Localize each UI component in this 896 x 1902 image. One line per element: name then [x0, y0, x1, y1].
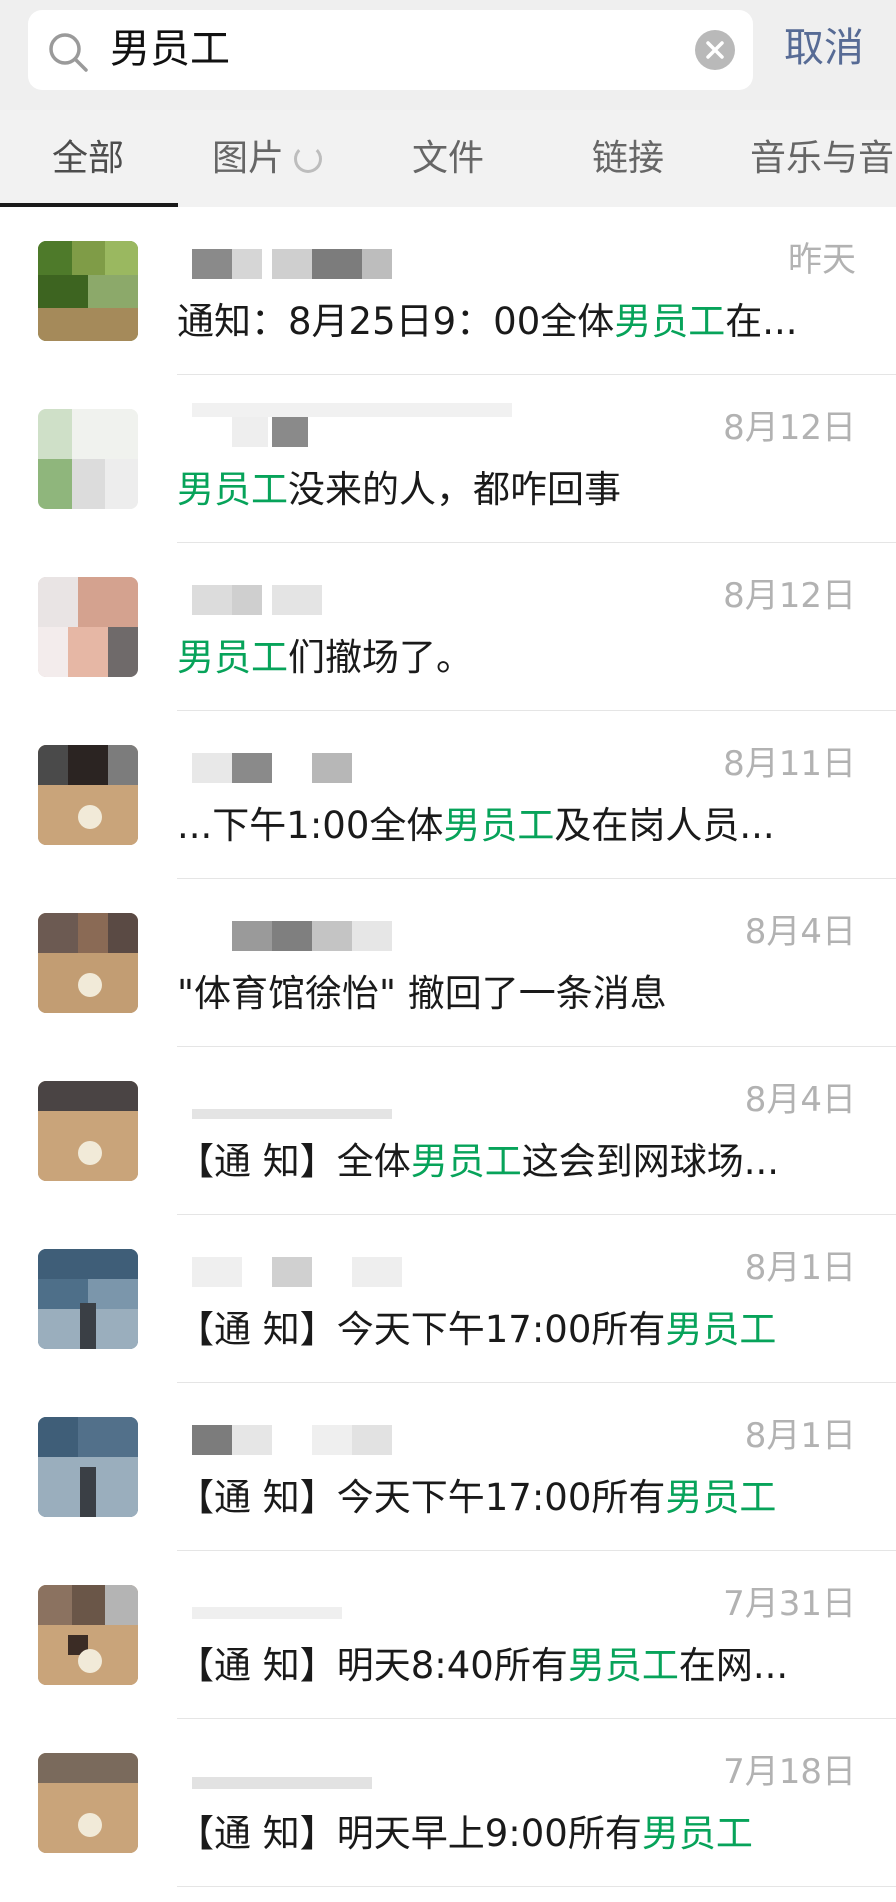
- avatar: [38, 1585, 138, 1685]
- result-row[interactable]: 8月1日 【通 知】今天下午17:00所有男员工: [0, 1383, 896, 1551]
- avatar: [38, 913, 138, 1013]
- message-date: 7月31日: [723, 1584, 856, 1624]
- cancel-button[interactable]: 取消: [784, 18, 864, 78]
- search-bar: 男员工 取消: [0, 0, 896, 110]
- contact-name-blurred: [192, 753, 522, 787]
- message-date: 8月12日: [723, 576, 856, 616]
- tab-links[interactable]: 链接: [592, 134, 664, 184]
- contact-name-blurred: [192, 403, 522, 451]
- tab-images[interactable]: 图片: [212, 134, 323, 184]
- result-row[interactable]: 昨天 通知：8月25日9：00全体男员工在...: [0, 207, 896, 375]
- contact-name-blurred: [192, 249, 522, 283]
- message-date: 8月1日: [744, 1416, 856, 1456]
- avatar: [38, 1081, 138, 1181]
- message-date: 8月4日: [744, 912, 856, 952]
- avatar: [38, 409, 138, 509]
- contact-name-blurred: [192, 1089, 522, 1123]
- tab-music[interactable]: 音乐与音: [750, 134, 894, 184]
- divider: [177, 1886, 896, 1887]
- message-date: 7月18日: [723, 1752, 856, 1792]
- result-row[interactable]: 8月12日 男员工们撤场了。: [0, 543, 896, 711]
- message-date: 昨天: [788, 240, 856, 280]
- result-row[interactable]: 7月18日 【通 知】明天早上9:00所有男员工: [0, 1719, 896, 1887]
- message-date: 8月11日: [723, 744, 856, 784]
- contact-name-blurred: [192, 1425, 522, 1459]
- message-snippet: 【通 知】全体男员工这会到网球场...: [177, 1140, 780, 1183]
- message-snippet: 通知：8月25日9：00全体男员工在...: [177, 300, 798, 343]
- contact-name-blurred: [192, 1761, 522, 1795]
- message-snippet: 【通 知】明天8:40所有男员工在网...: [177, 1644, 789, 1687]
- filter-tabs: 全部 图片 文件 链接 音乐与音: [0, 110, 896, 207]
- result-row[interactable]: 7月31日 【通 知】明天8:40所有男员工在网...: [0, 1551, 896, 1719]
- search-input[interactable]: 男员工: [28, 10, 753, 90]
- message-snippet: 【通 知】今天下午17:00所有男员工: [177, 1308, 777, 1351]
- clear-x-icon: [706, 41, 724, 59]
- avatar: [38, 1417, 138, 1517]
- tab-files[interactable]: 文件: [412, 134, 484, 184]
- contact-name-blurred: [192, 1593, 522, 1627]
- result-row[interactable]: 8月1日 【通 知】今天下午17:00所有男员工: [0, 1215, 896, 1383]
- clear-search-button[interactable]: [695, 30, 735, 70]
- message-date: 8月1日: [744, 1248, 856, 1288]
- avatar: [38, 241, 138, 341]
- message-date: 8月12日: [723, 408, 856, 448]
- message-snippet: 男员工没来的人，都咋回事: [177, 468, 621, 511]
- avatar: [38, 577, 138, 677]
- avatar: [38, 745, 138, 845]
- message-snippet: 男员工们撤场了。: [177, 636, 473, 679]
- result-row[interactable]: 8月4日 "体育馆徐怡" 撤回了一条消息: [0, 879, 896, 1047]
- result-row[interactable]: 8月4日 【通 知】全体男员工这会到网球场...: [0, 1047, 896, 1215]
- message-snippet: 【通 知】今天下午17:00所有男员工: [177, 1476, 777, 1519]
- avatar: [38, 1753, 138, 1853]
- loading-spinner-icon: [294, 145, 323, 173]
- search-icon: [49, 33, 88, 72]
- message-snippet: "体育馆徐怡" 撤回了一条消息: [177, 972, 667, 1015]
- tab-all[interactable]: 全部: [52, 134, 124, 184]
- avatar: [38, 1249, 138, 1349]
- search-query: 男员工: [110, 26, 230, 72]
- contact-name-blurred: [192, 921, 522, 955]
- message-snippet: ...下午1:00全体男员工及在岗人员...: [177, 804, 775, 847]
- contact-name-blurred: [192, 585, 522, 619]
- result-row[interactable]: 8月12日 男员工没来的人，都咋回事: [0, 375, 896, 543]
- tab-images-label: 图片: [212, 138, 285, 179]
- contact-name-blurred: [192, 1257, 522, 1291]
- result-row[interactable]: 8月11日 ...下午1:00全体男员工及在岗人员...: [0, 711, 896, 879]
- message-date: 8月4日: [744, 1080, 856, 1120]
- message-snippet: 【通 知】明天早上9:00所有男员工: [177, 1812, 753, 1855]
